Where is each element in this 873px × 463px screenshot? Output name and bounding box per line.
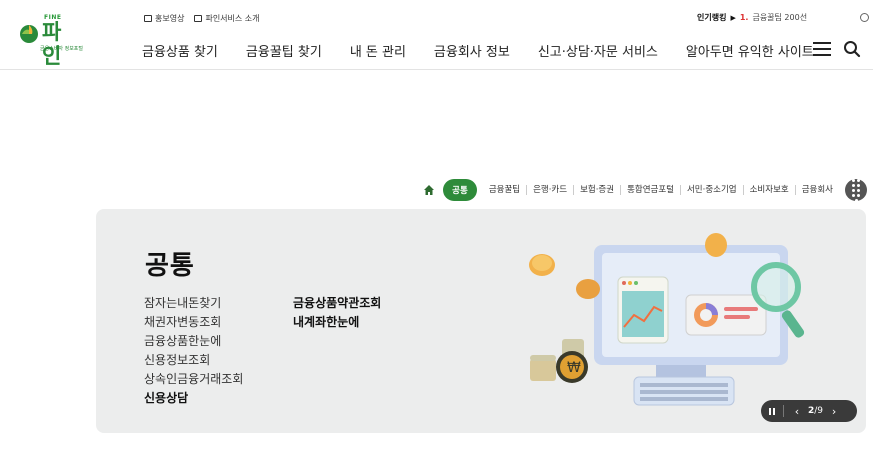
svg-text:₩: ₩ [567,360,581,376]
link-dormant-money[interactable]: 잠자는내돈찾기 [144,294,243,313]
link-my-accounts[interactable]: 내계좌한눈에 [293,313,381,332]
nav-my-money[interactable]: 내 돈 관리 [350,41,406,60]
tab-smb[interactable]: 서민·중소기업 [681,185,744,195]
utility-links: 홍보영상 파인서비스 소개 [144,13,260,24]
slide-pager: ‹ 2/9 › [761,400,857,422]
tab-consumer-protection[interactable]: 소비자보호 [744,185,796,195]
all-menu-grid-icon[interactable] [845,178,867,202]
service-intro-label: 파인서비스 소개 [205,14,260,23]
link-credit-counseling[interactable]: 신용상담 [144,389,243,408]
tab-insurance-securities[interactable]: 보험·증권 [574,185,622,195]
nav-financial-tips[interactable]: 금융꿀팁 찾기 [246,41,322,60]
finance-illustration: ₩ [529,233,805,406]
home-icon[interactable] [423,184,435,196]
hamburger-menu-icon[interactable] [813,42,831,56]
nav-financial-products[interactable]: 금융상품 찾기 [142,41,218,60]
prev-arrow-icon[interactable]: ‹ [790,405,804,418]
ranking-number: 1. [739,13,749,22]
ranking-text: 금융꿀팁 200선 [752,13,808,22]
link-creditor-change[interactable]: 채권자변동조회 [144,313,243,332]
nav-report-consult[interactable]: 신고·상담·자문 서비스 [538,41,658,60]
category-tabs: 공통 금융꿀팁 은행·카드 보험·증권 통합연금포털 서민·중소기업 소비자보호… [423,178,867,202]
logo-mark-icon [20,25,38,43]
slide-counter: 2/9 [808,406,823,416]
tab-bank-card[interactable]: 은행·카드 [527,185,575,195]
ranking-toggle-icon[interactable] [860,13,869,22]
nav-company-info[interactable]: 금융회사 정보 [434,41,510,60]
popular-ranking[interactable]: 인기랭킹 ▶ 1. 금융꿀팁 200선 [697,12,807,23]
video-icon [144,15,152,22]
link-inheritance-lookup[interactable]: 상속인금융거래조회 [144,370,243,389]
link-credit-info[interactable]: 신용정보조회 [144,351,243,370]
link-product-terms[interactable]: 금융상품약관조회 [293,294,381,313]
play-icon: ▶ [730,13,736,22]
main-navigation: 금융상품 찾기 금융꿀팁 찾기 내 돈 관리 금융회사 정보 신고·상담·자문 … [142,41,814,60]
promo-video-link[interactable]: 홍보영상 [144,13,184,24]
slide-total: /9 [814,406,824,416]
search-icon[interactable] [843,40,861,58]
document-icon [194,15,203,22]
pager-divider [783,405,784,417]
logo-name: 파 인 [42,20,67,68]
service-intro-link[interactable]: 파인서비스 소개 [194,13,260,24]
ranking-label: 인기랭킹 [697,13,727,22]
service-links-column-1: 잠자는내돈찾기 채권자변동조회 금융상품한눈에 신용정보조회 상속인금융거래조회… [144,294,243,408]
tab-financial-companies[interactable]: 금융회사 [796,185,839,195]
promo-video-label: 홍보영상 [155,14,185,23]
link-products-overview[interactable]: 금융상품한눈에 [144,332,243,351]
service-links-column-2: 금융상품약관조회 내계좌한눈에 [293,294,381,332]
nav-useful-sites[interactable]: 알아두면 유익한 사이트 [686,41,814,60]
tab-pension-portal[interactable]: 통합연금포털 [621,185,681,195]
category-panel: 공통 잠자는내돈찾기 채권자변동조회 금융상품한눈에 신용정보조회 상속인금융거… [96,209,866,433]
next-arrow-icon[interactable]: › [827,405,841,418]
logo-subtitle: 금융소비자 정보포털 [40,46,83,52]
tab-financial-tips[interactable]: 금융꿀팁 [483,185,528,195]
panel-title: 공통 [145,251,195,281]
site-header: FINE 파 인 금융소비자 정보포털 홍보영상 파인서비스 소개 인기랭킹 ▶… [0,0,873,70]
pause-icon[interactable] [761,400,783,422]
site-logo[interactable]: FINE 파 인 금융소비자 정보포털 [18,14,98,68]
tab-common[interactable]: 공통 [443,179,477,201]
